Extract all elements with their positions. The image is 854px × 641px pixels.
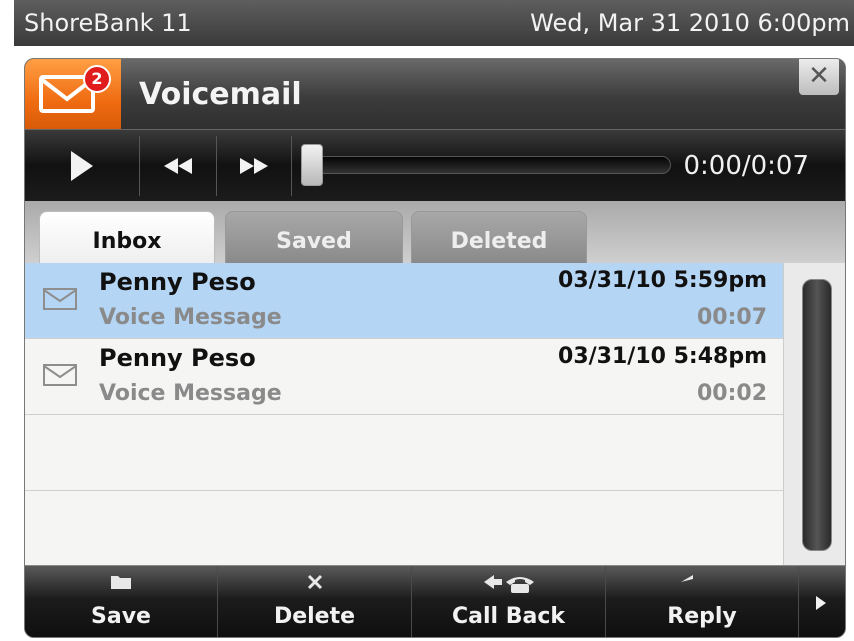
save-button[interactable]: Save — [25, 566, 218, 637]
status-bar: ShoreBank 11 Wed, Mar 31 2010 6:00pm — [14, 0, 854, 46]
fast-forward-button[interactable] — [217, 130, 291, 202]
reply-button[interactable]: Reply — [606, 566, 799, 637]
message-row[interactable]: Penny Peso Voice Message 03/31/10 5:48pm… — [25, 339, 783, 415]
play-icon — [71, 151, 93, 181]
playback-time: 0:00/0:07 — [683, 151, 809, 181]
message-duration: 00:07 — [696, 305, 767, 330]
window-title: Voicemail — [139, 77, 302, 112]
caller-name: Penny Peso — [99, 344, 256, 372]
arrow-right-icon — [816, 596, 826, 610]
rewind-icon — [164, 158, 192, 174]
delete-button[interactable]: Delete — [218, 566, 412, 637]
playback-bar: 0:00/0:07 — [25, 129, 845, 201]
scrollbar[interactable] — [783, 263, 845, 565]
message-duration: 00:02 — [696, 381, 767, 406]
voicemail-app-icon: 2 — [25, 59, 121, 129]
tab-inbox[interactable]: Inbox — [39, 211, 215, 263]
play-button[interactable] — [25, 130, 139, 202]
rewind-button[interactable] — [140, 130, 216, 202]
message-row[interactable]: Penny Peso Voice Message 03/31/10 5:59pm… — [25, 263, 783, 339]
progress-track[interactable] — [301, 156, 671, 174]
message-datetime: 03/31/10 5:59pm — [558, 268, 767, 293]
message-type: Voice Message — [99, 381, 282, 406]
delete-label: Delete — [273, 604, 356, 629]
empty-row — [25, 491, 783, 567]
softkey-bar: Save Delete Call Back Reply — [25, 565, 845, 637]
status-datetime: Wed, Mar 31 2010 6:00pm — [530, 9, 850, 37]
envelope-icon — [43, 364, 77, 386]
message-datetime: 03/31/10 5:48pm — [558, 344, 767, 369]
unread-badge: 2 — [83, 65, 111, 93]
divider — [291, 136, 292, 196]
caller-name: Penny Peso — [99, 268, 256, 296]
fast-forward-icon — [240, 158, 268, 174]
messages-panel: Inbox Saved Deleted Penny Peso Voice Mes… — [25, 201, 845, 567]
empty-row — [25, 415, 783, 491]
message-type: Voice Message — [99, 305, 282, 330]
call-back-label: Call Back — [451, 604, 566, 629]
tab-deleted[interactable]: Deleted — [411, 211, 587, 263]
message-list: Penny Peso Voice Message 03/31/10 5:59pm… — [25, 263, 783, 567]
device-name: ShoreBank 11 — [24, 9, 192, 37]
x-icon — [307, 574, 322, 590]
title-bar: 2 Voicemail ✕ — [25, 59, 845, 129]
progress-slider-handle[interactable] — [301, 144, 323, 186]
call-back-button[interactable]: Call Back — [412, 566, 606, 637]
folder-tabs: Inbox Saved Deleted — [25, 201, 845, 263]
reply-label: Reply — [667, 604, 737, 629]
more-softkeys-button[interactable] — [797, 566, 845, 637]
envelope-icon — [43, 288, 77, 310]
voicemail-window: 2 Voicemail ✕ 0:00/0:07 Inbox Saved Dele… — [24, 58, 846, 638]
scrollbar-thumb[interactable] — [802, 279, 832, 551]
folder-icon — [111, 576, 131, 589]
reply-arrow-icon — [681, 575, 693, 582]
save-label: Save — [91, 604, 151, 629]
tab-saved[interactable]: Saved — [225, 211, 403, 263]
call-back-icon — [483, 575, 534, 593]
close-button[interactable]: ✕ — [799, 59, 839, 95]
